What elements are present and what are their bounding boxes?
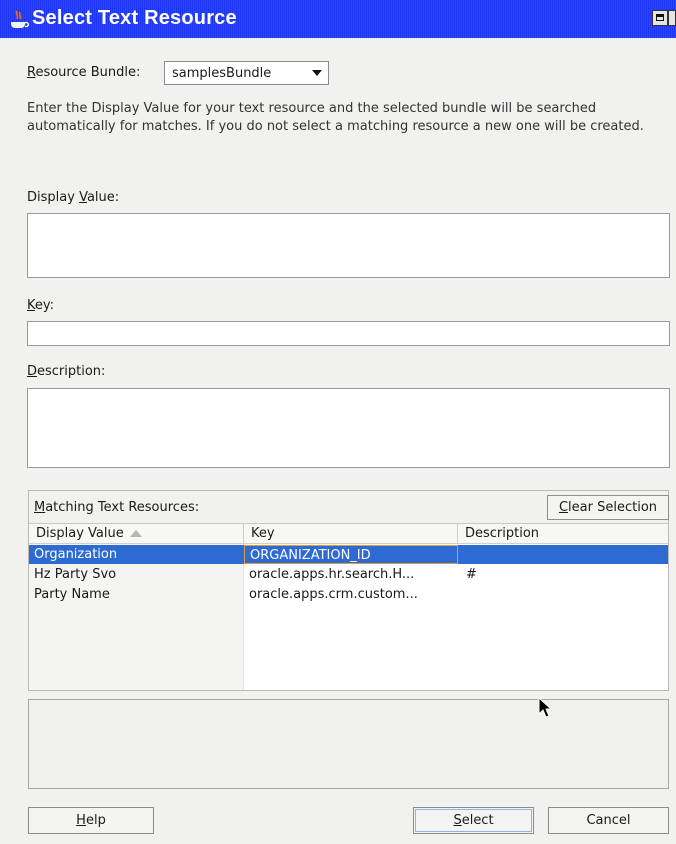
table-cell-key: oracle.apps.hr.search.H... [249, 567, 415, 582]
table-cell-description: # [466, 567, 477, 582]
java-cup-icon [11, 10, 30, 28]
table-row[interactable]: Hz Party Svo oracle.apps.hr.search.H... … [29, 565, 668, 584]
table-cell-key: oracle.apps.crm.custom... [249, 587, 418, 602]
display-value-label: Display Value: [27, 190, 120, 205]
resource-bundle-label: Resource Bundle: [27, 65, 141, 80]
key-field[interactable] [27, 321, 670, 346]
column-header-key[interactable]: Key [244, 524, 458, 544]
matching-label: Matching Text Resources: [34, 500, 200, 515]
window-title: Select Text Resource [32, 7, 237, 29]
cancel-button[interactable]: Cancel [548, 807, 669, 834]
description-field[interactable] [27, 388, 670, 468]
resource-bundle-combo[interactable]: samplesBundle [164, 61, 329, 85]
table-cell-display-value: Party Name [34, 587, 110, 602]
resource-bundle-value: samplesBundle [172, 66, 272, 81]
maximize-icon[interactable] [652, 10, 668, 26]
description-label: Description: [27, 364, 106, 379]
select-text-resource-dialog: Select Text Resource Resource Bundle: sa… [0, 0, 676, 844]
help-button[interactable]: Help [28, 807, 154, 834]
sort-ascending-icon [129, 530, 142, 537]
table-row[interactable]: Party Name oracle.apps.crm.custom... [29, 585, 668, 604]
matching-resources-panel: Matching Text Resources: Clear Selection… [28, 490, 669, 691]
table-row[interactable]: Organization ORGANIZATION_ID [29, 545, 668, 564]
instructions-text: Enter the Display Value for your text re… [27, 101, 644, 134]
display-value-field[interactable] [27, 213, 670, 278]
close-icon[interactable] [668, 10, 676, 26]
matching-toolbar: Matching Text Resources: Clear Selection [29, 491, 669, 524]
key-label: Key: [27, 298, 55, 313]
table-cell-key[interactable]: ORGANIZATION_ID [244, 545, 458, 564]
resource-preview-area [28, 699, 669, 789]
column-header-description[interactable]: Description [458, 524, 668, 544]
mouse-cursor-icon [538, 697, 553, 718]
clear-selection-button[interactable]: Clear Selection [547, 495, 669, 520]
title-bar[interactable]: Select Text Resource [0, 0, 676, 38]
column-header-display-value[interactable]: Display Value [29, 524, 244, 544]
table-cell-display-value: Hz Party Svo [34, 567, 117, 582]
table-cell-description [458, 545, 668, 564]
table-cell-display-value: Organization [34, 547, 118, 562]
select-button[interactable]: Select [413, 807, 534, 834]
chevron-down-icon[interactable] [312, 70, 322, 76]
table-cell-description [458, 585, 668, 604]
